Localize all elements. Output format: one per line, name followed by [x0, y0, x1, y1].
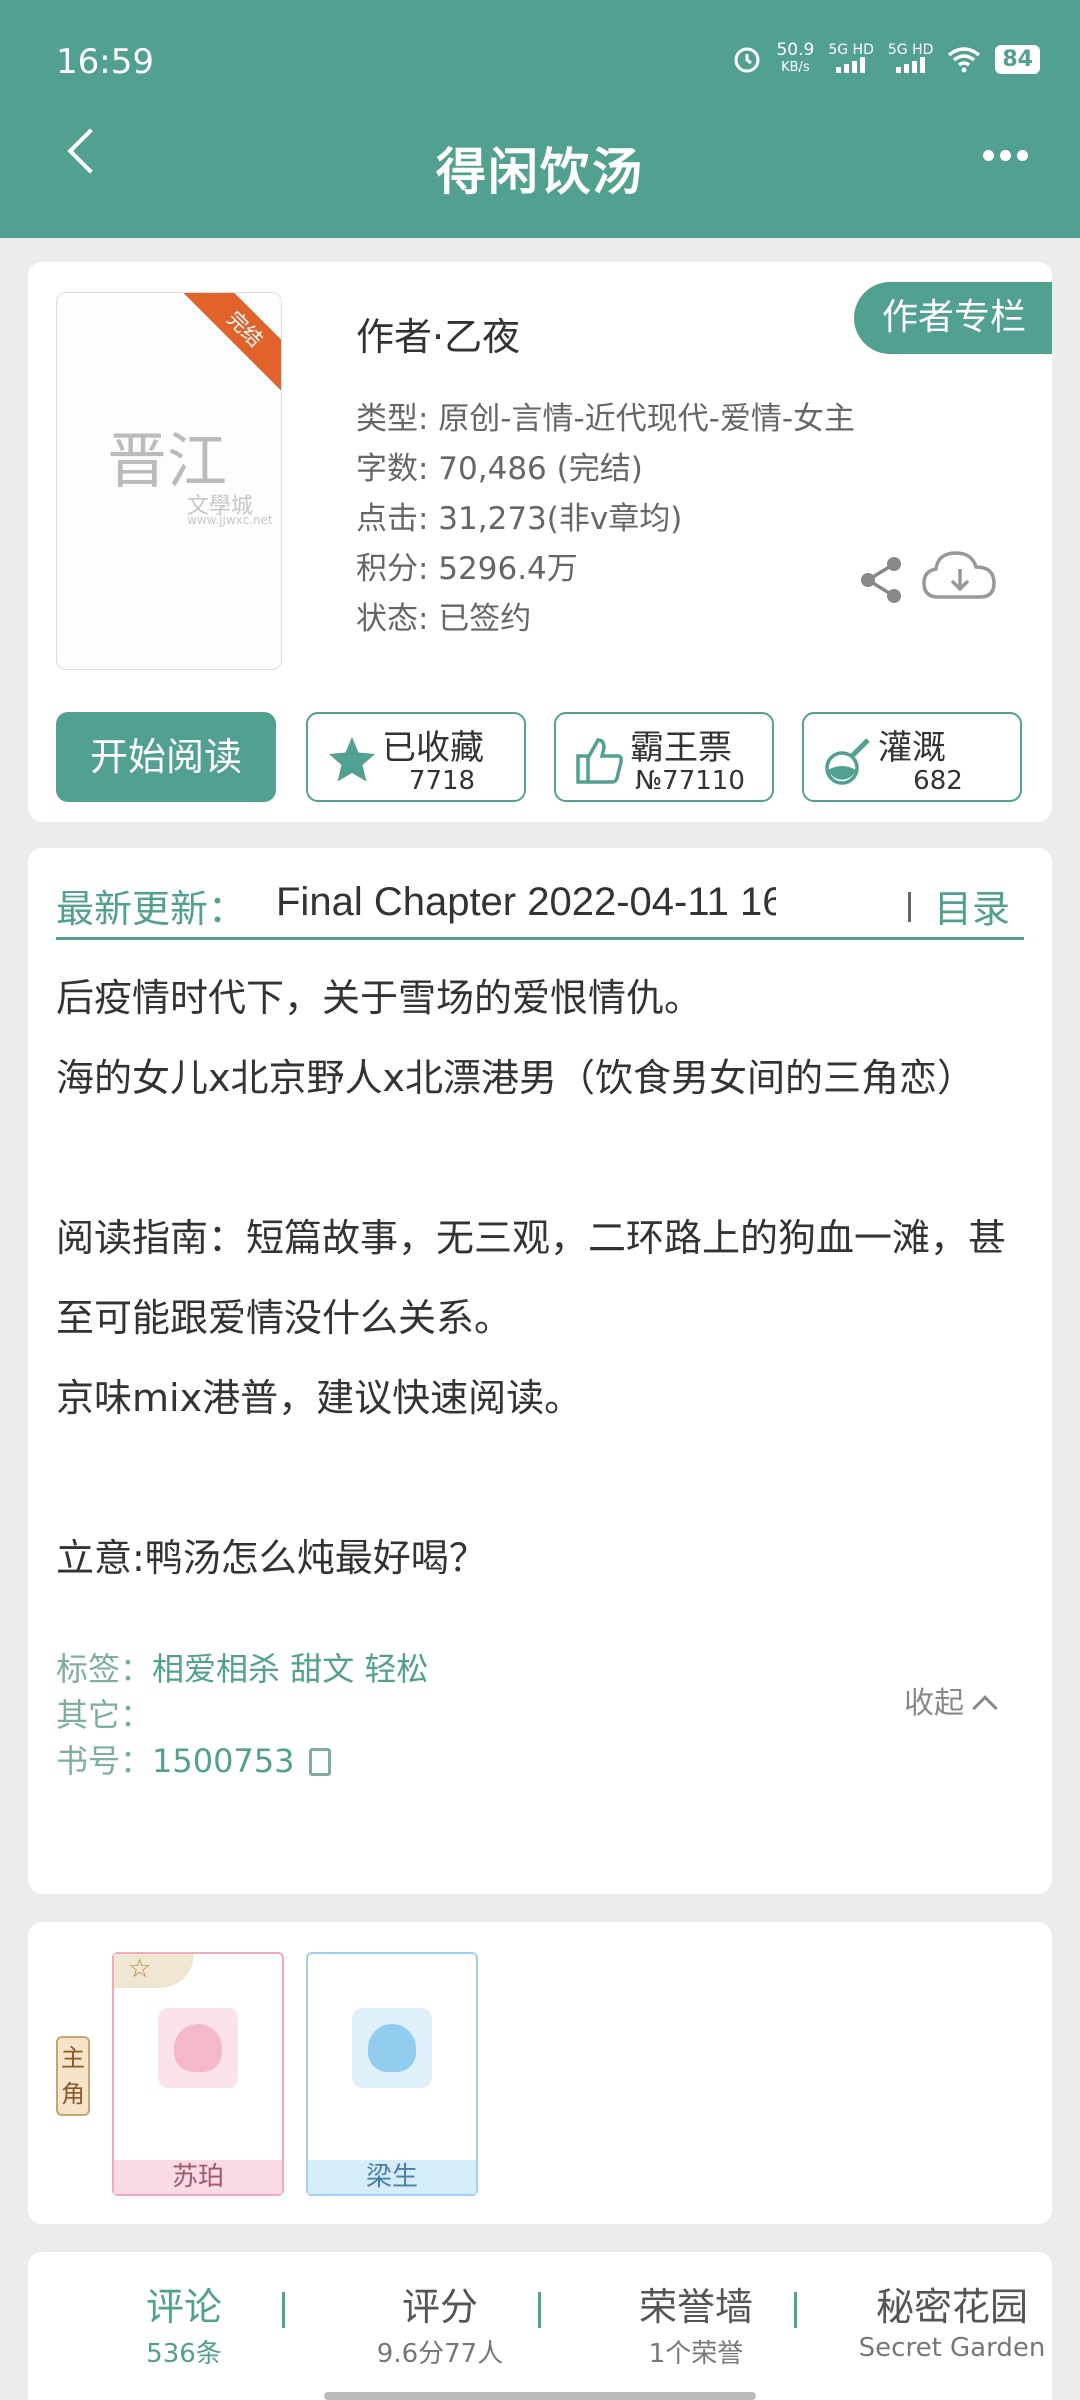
start-reading-button[interactable]: 开始阅读 [56, 712, 276, 802]
character-card[interactable]: ☆ 苏珀 [112, 1952, 284, 2196]
cover-logo-url: www.jjwxc.net [187, 513, 273, 527]
tags-value[interactable]: 相爱相杀 甜文 轻松 [152, 1650, 428, 1688]
book-id-row: 书号：1500753 [56, 1736, 331, 1782]
tab-title: 评分 [401, 2285, 478, 2329]
chevron-up-icon [972, 1695, 998, 1721]
irrigate-button[interactable]: 灌溉 682 [802, 712, 1022, 802]
bawang-count: №77110 [635, 766, 745, 796]
battery-indicator: 84 [995, 44, 1040, 74]
book-type: 类型: 原创-言情-近代现代-爱情-女主 [356, 401, 856, 437]
tab-subtitle: Secret Garden [858, 2333, 1046, 2363]
signal-2-label: 5G HD [887, 41, 934, 58]
tab-title: 秘密花园 [875, 2285, 1028, 2329]
book-score: 积分: 5296.4万 [356, 551, 578, 587]
collapse-button[interactable]: 收起 [904, 1678, 998, 1722]
share-icon[interactable] [854, 552, 910, 608]
wifi-icon [948, 47, 981, 73]
latest-update-text[interactable]: Final Chapter 2022-04-11 16:2 [276, 880, 776, 925]
tags-label: 标签： [56, 1650, 153, 1688]
tab-subtitle: 536条 [146, 2339, 222, 2369]
latest-update-row[interactable]: 最新更新： Final Chapter 2022-04-11 16:2 目录 [56, 870, 1024, 940]
characters-card: 主角 ☆ 苏珀 梁生 [28, 1922, 1052, 2224]
tab-title: 荣誉墙 [638, 2285, 753, 2329]
book-clicks: 点击: 31,273(非v章均) [356, 501, 683, 537]
tab-subtitle: 9.6分77人 [376, 2339, 504, 2369]
tab-separator [282, 2292, 285, 2328]
bawang-ticket-button[interactable]: 霸王票 №77110 [554, 712, 774, 802]
tags-row: 标签：相爱相杀 甜文 轻松 [56, 1644, 428, 1690]
tab-subtitle: 1个荣誉 [648, 2339, 744, 2369]
character-name: 梁生 [308, 2160, 476, 2194]
app-header: 16:59 50.9 KB/s 5G HD 5G HD 84 得闲饮汤 [0, 0, 1080, 238]
other-label: 其它： [56, 1696, 153, 1734]
book-meta: 类型: 原创-言情-近代现代-爱情-女主 字数: 70,486 (完结) 点击:… [356, 394, 855, 644]
book-info-card: 完结 晋江 文學城 www.jjwxc.net 作者·乙夜 作者专栏 类型: 原… [28, 262, 1052, 822]
table-of-contents-link[interactable]: 目录 [934, 878, 1010, 933]
net-speed-value: 50.9 [776, 40, 815, 60]
tab-comments[interactable]: 评论 536条 [56, 2276, 312, 2370]
character-name: 苏珀 [114, 2160, 282, 2194]
net-speed-unit: KB/s [781, 60, 810, 75]
irrigate-count: 682 [913, 766, 963, 796]
tab-title: 评论 [145, 2285, 222, 2329]
star-icon: ☆ [128, 1954, 152, 1984]
signal-1-label: 5G HD [828, 41, 874, 58]
character-avatar [158, 2008, 238, 2088]
collect-label: 已收藏 [382, 728, 484, 768]
download-cloud-icon[interactable] [920, 545, 1000, 609]
signal-1: 5G HD [828, 43, 874, 76]
copy-icon[interactable] [308, 1748, 331, 1776]
home-indicator[interactable] [324, 2392, 756, 2400]
book-cover[interactable]: 完结 晋江 文學城 www.jjwxc.net [56, 292, 282, 670]
signal-2: 5G HD [887, 41, 934, 76]
main-role-tag: 主角 [56, 2036, 90, 2116]
bottom-tabs: 评论 536条 评分 9.6分77人 荣誉墙 1个荣誉 秘密花园 Secret … [28, 2252, 1052, 2400]
status-time: 16:59 [56, 42, 154, 82]
tab-secret-garden[interactable]: 秘密花园 Secret Garden [824, 2276, 1080, 2363]
star-badge: ☆ [114, 1954, 194, 1988]
collect-button[interactable]: 已收藏 7718 [306, 712, 526, 802]
tab-rating[interactable]: 评分 9.6分77人 [312, 2276, 568, 2370]
author-name[interactable]: 作者·乙夜 [356, 306, 520, 361]
page-title: 得闲饮汤 [436, 143, 644, 201]
tab-honor-wall[interactable]: 荣誉墙 1个荣誉 [568, 2276, 824, 2370]
character-avatar [352, 2008, 432, 2088]
signal-bars-icon [895, 56, 925, 73]
bawang-label: 霸王票 [630, 728, 732, 768]
tab-separator [538, 2292, 541, 2328]
author-column-button[interactable]: 作者专栏 [853, 282, 1052, 354]
more-menu-button[interactable] [983, 150, 1028, 161]
signal-bars-icon [836, 56, 866, 73]
synopsis-text: 后疫情时代下，关于雪场的爱恨情仇。 海的女儿x北京野人x北漂港男（饮食男女间的三… [56, 976, 1007, 1580]
book-id-label: 书号： [56, 1742, 153, 1780]
other-row: 其它： [56, 1690, 152, 1736]
status-icons: 50.9 KB/s 5G HD 5G HD 84 [732, 42, 1040, 76]
character-card[interactable]: 梁生 [306, 1952, 478, 2196]
collapse-label: 收起 [904, 1686, 964, 1721]
latest-update-label: 最新更新： [56, 887, 247, 931]
book-id-value: 1500753 [152, 1742, 295, 1780]
irrigate-label: 灌溉 [878, 728, 946, 768]
update-divider [908, 892, 911, 922]
cover-status-badge: 完结 [175, 293, 281, 399]
tab-separator [794, 2292, 797, 2328]
net-speed: 50.9 KB/s [776, 42, 814, 76]
cover-logo: 晋江 [107, 427, 227, 497]
book-sign-status: 状态: 已签约 [356, 601, 532, 637]
alarm-icon [734, 47, 760, 73]
collect-count: 7718 [408, 766, 476, 796]
synopsis-card: 最新更新： Final Chapter 2022-04-11 16:2 目录 后… [28, 848, 1052, 1894]
book-word-count: 字数: 70,486 (完结) [356, 451, 643, 487]
